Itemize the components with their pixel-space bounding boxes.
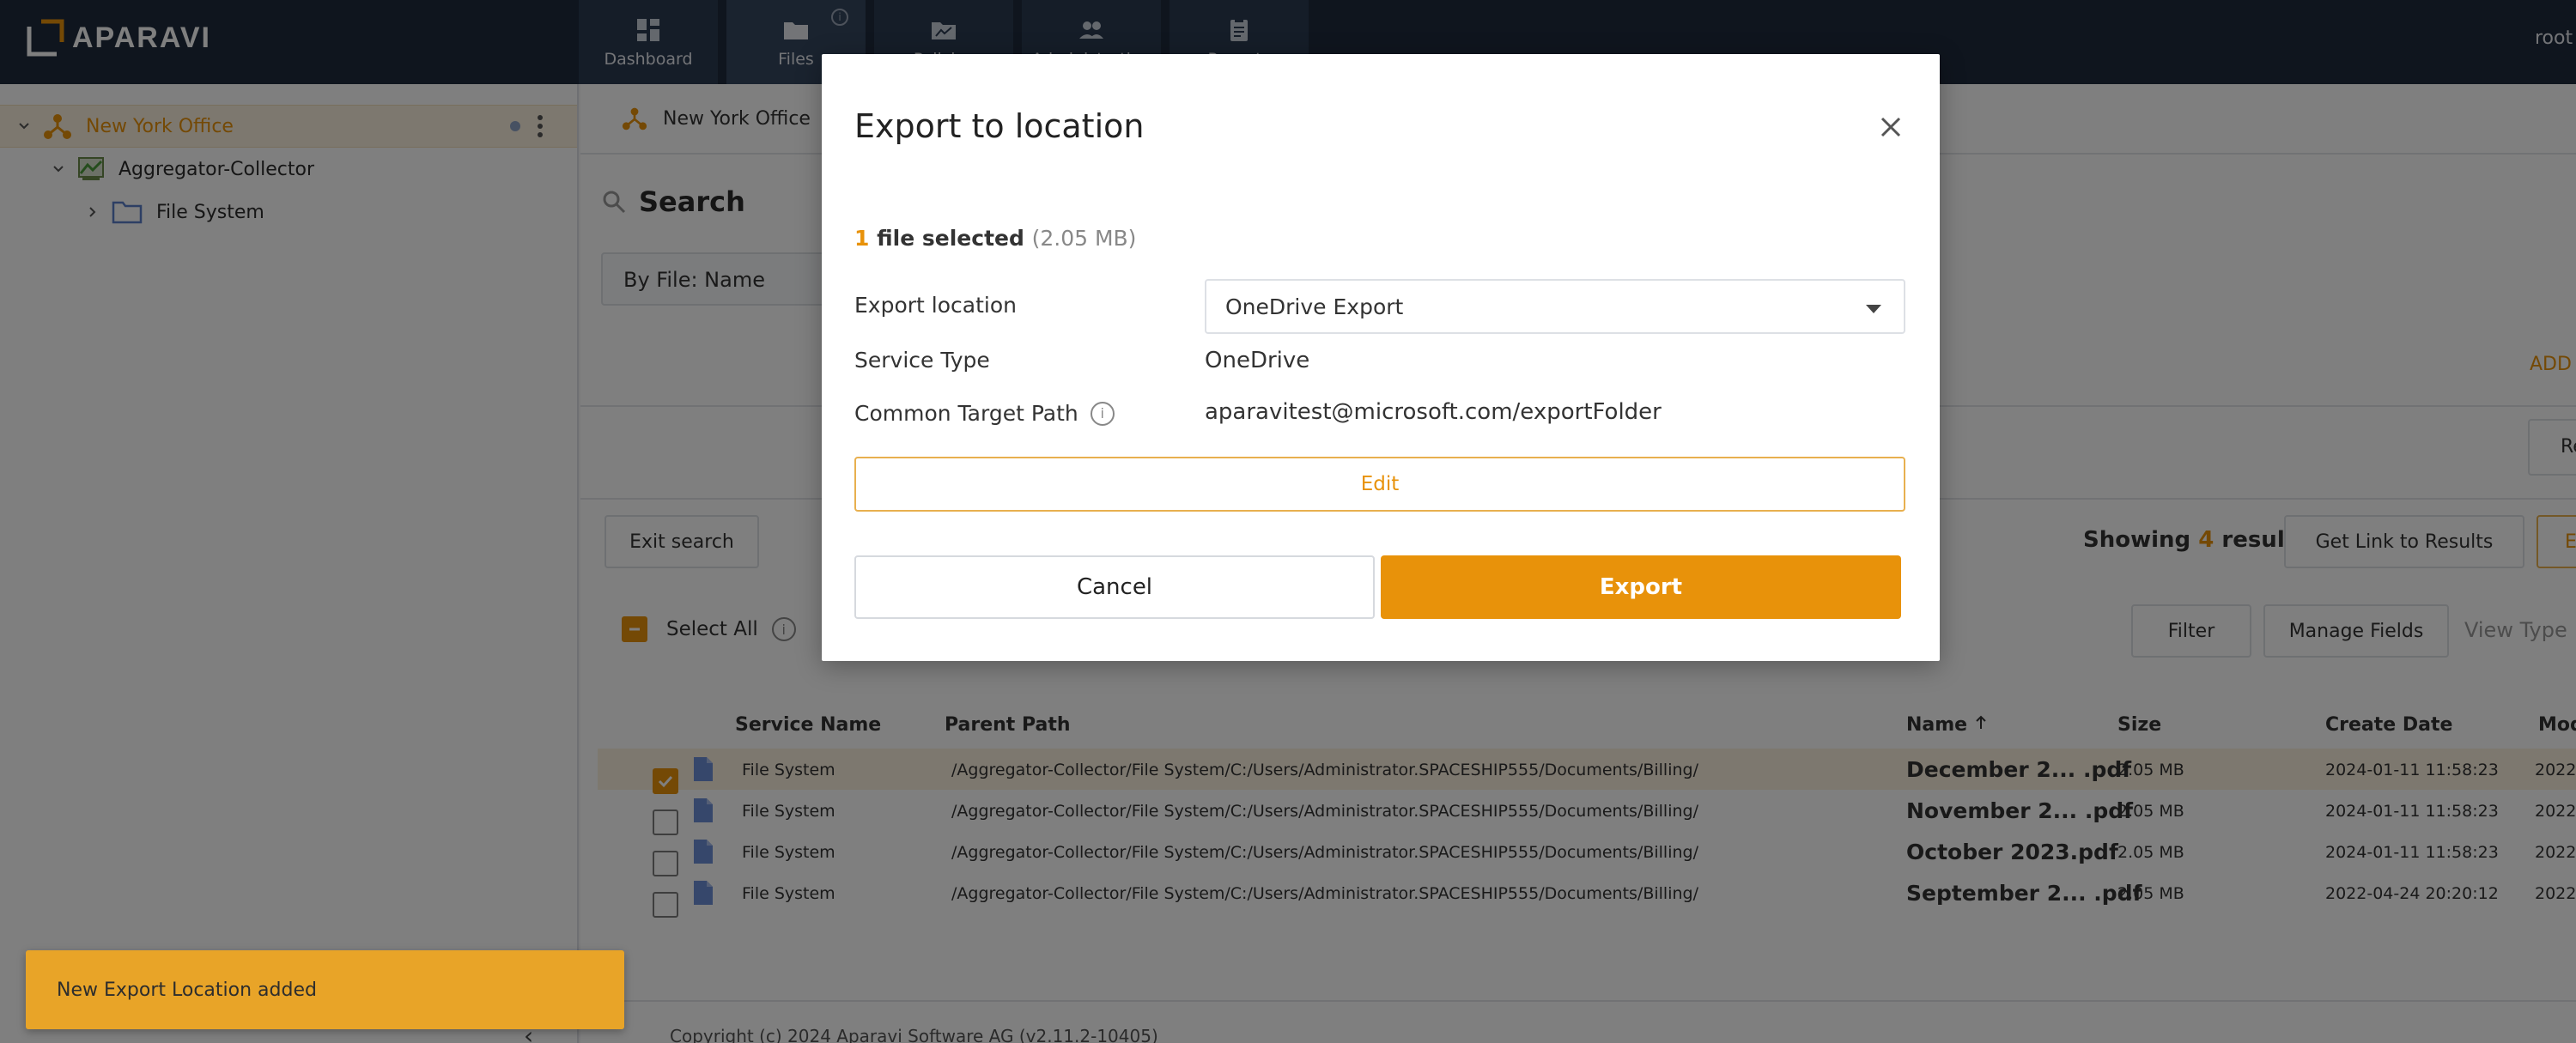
- export-location-value: OneDrive Export: [1225, 294, 1404, 319]
- selection-summary: 1 file selected (2.05 MB): [854, 226, 1137, 251]
- common-target-path-label: Common Target Path i: [854, 401, 1115, 426]
- export-to-location-dialog: Export to location 1 file selected (2.05…: [822, 54, 1940, 661]
- export-location-select[interactable]: OneDrive Export: [1205, 279, 1905, 334]
- service-type-value: OneDrive: [1205, 348, 1310, 373]
- edit-button[interactable]: Edit: [854, 457, 1905, 512]
- selected-size: (2.05 MB): [1031, 226, 1137, 251]
- caret-down-icon: [1866, 305, 1881, 313]
- close-icon[interactable]: [1878, 114, 1904, 140]
- export-button[interactable]: Export: [1381, 555, 1901, 619]
- info-icon[interactable]: i: [1090, 401, 1115, 426]
- export-location-label: Export location: [854, 293, 1017, 318]
- selected-count: 1: [854, 226, 870, 251]
- common-target-path-value: aparavitest@microsoft.com/exportFolder: [1205, 399, 1662, 425]
- toast-notification: New Export Location added: [26, 950, 624, 1029]
- dialog-title: Export to location: [854, 107, 1145, 145]
- service-type-label: Service Type: [854, 348, 990, 373]
- cancel-button[interactable]: Cancel: [854, 555, 1375, 619]
